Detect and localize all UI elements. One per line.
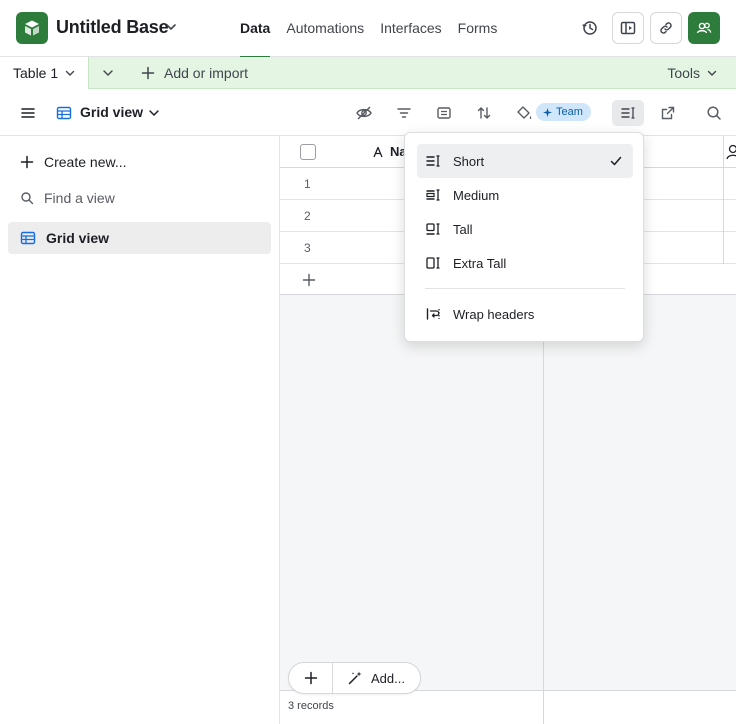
column-header-name[interactable]: Na — [372, 144, 407, 159]
collaborators-button[interactable] — [688, 12, 720, 44]
add-with-ai-label: Add... — [371, 670, 405, 686]
row-number: 1 — [304, 177, 311, 191]
row-height-short-icon — [426, 155, 440, 167]
row-height-icon — [621, 107, 635, 119]
row-height-option-medium[interactable]: Medium — [417, 178, 633, 212]
select-all-checkbox[interactable] — [300, 144, 316, 160]
menu-divider — [425, 288, 625, 289]
launch-interface-button[interactable] — [612, 12, 644, 44]
team-plan-badge[interactable]: Team — [536, 103, 591, 121]
wrap-headers-label: Wrap headers — [453, 306, 535, 322]
chevron-down-icon[interactable] — [64, 67, 76, 79]
history-icon — [582, 21, 597, 35]
nav-tab-interfaces[interactable]: Interfaces — [380, 0, 441, 57]
user-field-icon[interactable] — [726, 144, 736, 163]
menu-option-label: Tall — [453, 221, 473, 237]
add-record-button[interactable] — [289, 663, 333, 693]
table-tab-bar: Table 1 Add or import Tools — [0, 57, 736, 89]
nav-tab-forms[interactable]: Forms — [458, 0, 498, 57]
add-or-import-button[interactable]: Add or import — [141, 57, 248, 89]
menu-option-label: Extra Tall — [453, 255, 507, 271]
magic-wand-icon — [348, 671, 362, 685]
history-button[interactable] — [574, 12, 606, 44]
wrap-headers-option[interactable]: Wrap headers — [417, 297, 633, 331]
top-nav: Data Automations Interfaces Forms — [240, 0, 498, 58]
row-height-extra-tall-icon — [426, 257, 440, 269]
row-height-medium-icon — [426, 189, 440, 201]
nav-tab-automations[interactable]: Automations — [286, 0, 364, 57]
sidebar-item-label: Grid view — [46, 230, 110, 246]
row-height-option-extra-tall[interactable]: Extra Tall — [417, 246, 633, 280]
filter-icon[interactable] — [392, 101, 416, 125]
base-logo-icon[interactable] — [16, 12, 48, 44]
row-height-tall-icon — [426, 223, 440, 235]
wrap-text-icon — [426, 308, 440, 320]
views-sidebar: Create new... Find a view Grid view — [0, 136, 280, 724]
create-new-view-button[interactable]: Create new... — [8, 146, 271, 178]
plus-icon — [20, 155, 34, 169]
plus-icon — [304, 671, 317, 685]
grid-footer: 3 records — [280, 690, 736, 724]
panel-play-icon — [620, 21, 636, 35]
link-icon — [660, 22, 672, 34]
plus-icon — [141, 66, 155, 80]
top-bar: Untitled Base Data Automations Interface… — [0, 0, 736, 58]
nav-tab-data[interactable]: Data — [240, 0, 271, 58]
tools-label: Tools — [667, 65, 700, 81]
table-tab-label: Table 1 — [13, 65, 59, 81]
sort-icon[interactable] — [472, 101, 496, 125]
view-name[interactable]: Grid view — [80, 104, 143, 120]
toggle-sidebar-menu-icon[interactable] — [16, 101, 40, 125]
create-new-label: Create new... — [44, 154, 127, 170]
row-height-option-tall[interactable]: Tall — [417, 212, 633, 246]
record-count: 3 records — [288, 700, 334, 712]
text-field-icon — [373, 146, 383, 157]
team-badge-label: Team — [556, 106, 583, 118]
row-number: 3 — [304, 241, 311, 255]
table-tab-table-1[interactable]: Table 1 — [0, 57, 89, 89]
color-paint-bucket-icon[interactable] — [512, 101, 536, 125]
users-icon — [696, 22, 712, 34]
add-record-pill: Add... — [288, 662, 421, 694]
checkmark-icon — [610, 156, 622, 166]
add-with-ai-button[interactable]: Add... — [333, 670, 405, 686]
share-link-button[interactable] — [650, 12, 682, 44]
search-icon[interactable] — [702, 101, 726, 125]
plus-icon — [302, 273, 316, 287]
search-icon — [21, 192, 34, 205]
add-or-import-label: Add or import — [164, 65, 249, 81]
row-height-menu: Short Medium Tall Extra Tall Wrap header… — [404, 132, 644, 342]
row-height-button[interactable] — [612, 100, 644, 126]
view-toolbar: Grid view Team — [0, 89, 736, 136]
all-tables-chevron-down-icon[interactable] — [101, 66, 115, 83]
base-name[interactable]: Untitled Base — [56, 17, 169, 38]
grid-view-icon — [20, 231, 36, 245]
grid-view-icon[interactable] — [52, 101, 76, 125]
chevron-down-icon[interactable] — [164, 20, 178, 37]
row-height-option-short[interactable]: Short — [417, 144, 633, 178]
menu-option-label: Short — [453, 153, 485, 169]
chevron-down-icon — [707, 70, 717, 76]
share-view-icon[interactable] — [656, 101, 680, 125]
row-number: 2 — [304, 209, 311, 223]
hide-fields-icon[interactable] — [352, 101, 376, 125]
group-icon[interactable] — [432, 101, 456, 125]
column-divider — [723, 136, 724, 264]
find-view-input[interactable]: Find a view — [8, 182, 271, 214]
sidebar-item-grid-view[interactable]: Grid view — [8, 222, 271, 254]
find-view-placeholder: Find a view — [44, 190, 115, 206]
tools-button[interactable]: Tools — [667, 57, 718, 89]
menu-option-label: Medium — [453, 187, 500, 203]
view-chevron-down-icon[interactable] — [142, 101, 166, 125]
sparkle-icon — [543, 107, 552, 117]
